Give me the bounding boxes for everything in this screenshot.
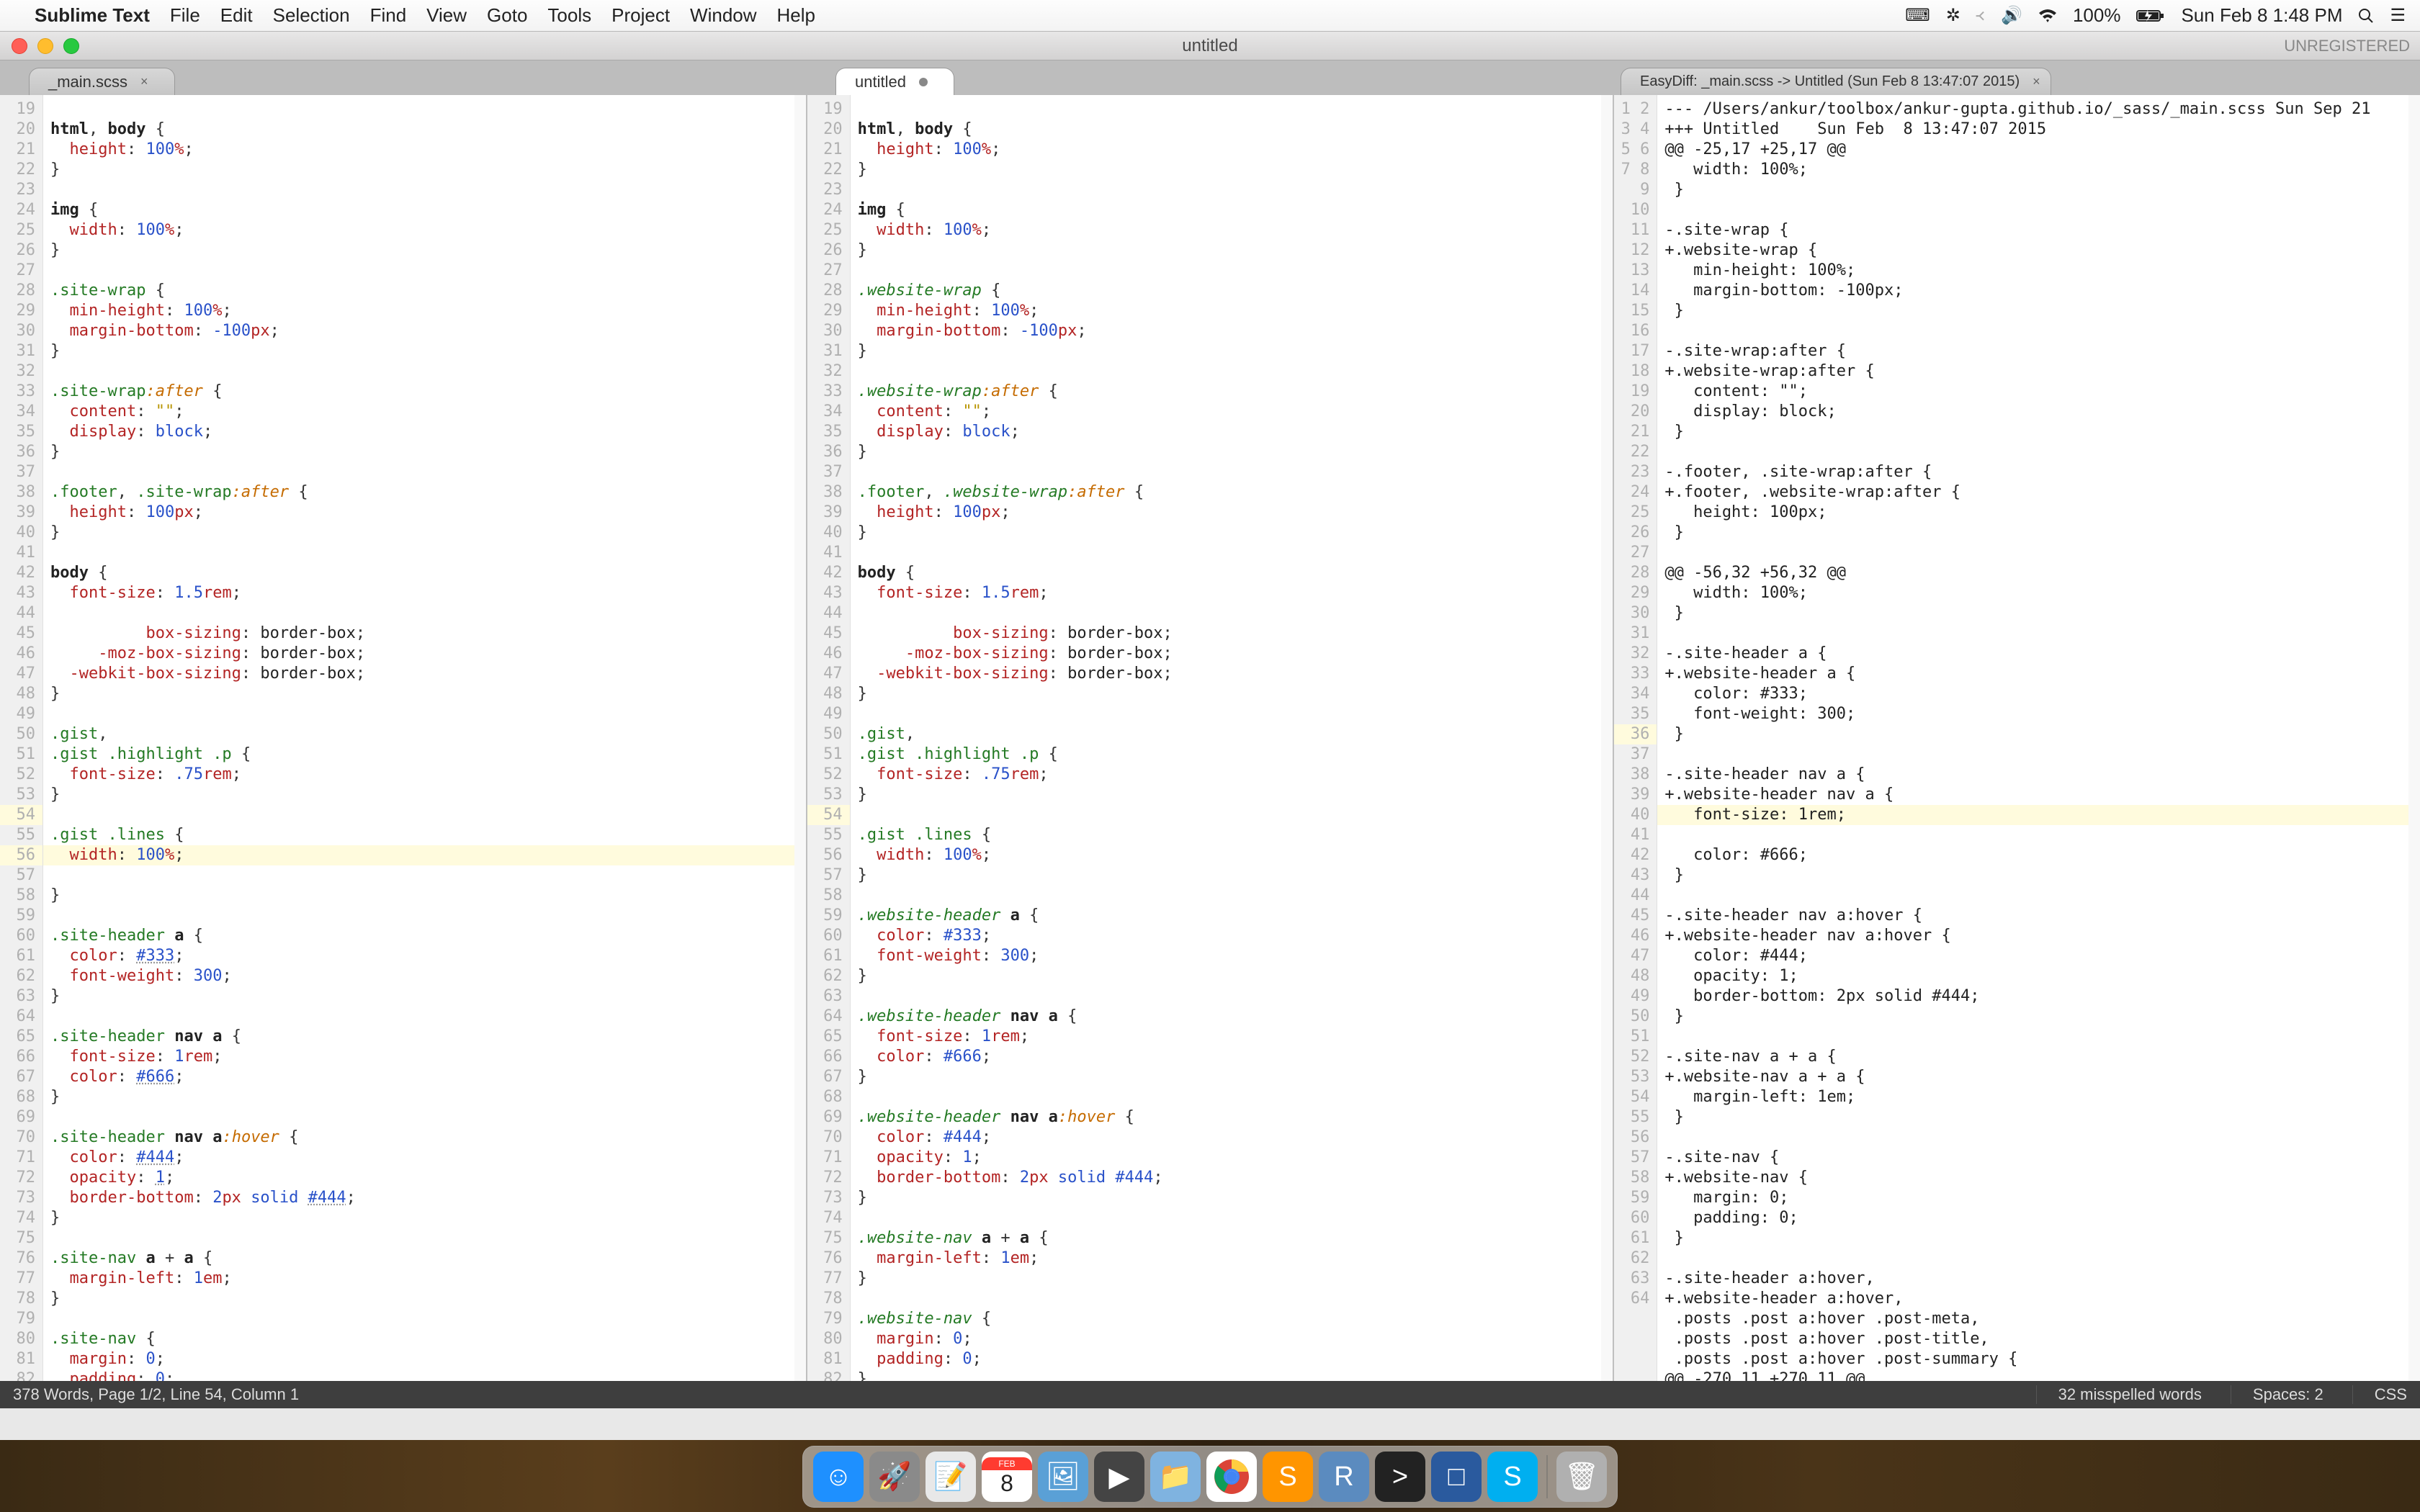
line-gutter: 19 20 21 22 23 24 25 26 27 28 29 30 31 3… [807, 95, 851, 1381]
status-spell[interactable]: 32 misspelled words [2036, 1385, 2202, 1404]
macos-menubar: Sublime Text File Edit Selection Find Vi… [0, 0, 2420, 32]
code-area[interactable]: html, body { height: 100%; } img { width… [851, 95, 1602, 1381]
close-tab-icon[interactable]: × [2033, 74, 2040, 89]
status-indent[interactable]: Spaces: 2 [2231, 1385, 2323, 1404]
menu-project[interactable]: Project [611, 4, 670, 27]
dock-calendar-icon[interactable]: FEB8 [982, 1452, 1032, 1502]
menu-edit[interactable]: Edit [220, 4, 253, 27]
dock-preview-icon[interactable]: 🖼 [1038, 1452, 1088, 1502]
menu-icon[interactable]: ☰ [2390, 5, 2406, 26]
bluetooth-icon[interactable]: ᚜ [1976, 5, 1985, 26]
dock-textedit-icon[interactable]: 📝 [926, 1452, 976, 1502]
dock-folder-icon[interactable]: 📁 [1150, 1452, 1201, 1502]
dock-trash-icon[interactable]: 🗑 [1556, 1452, 1607, 1502]
menu-window[interactable]: Window [690, 4, 756, 27]
tab-main-scss[interactable]: _main.scss × [29, 68, 175, 95]
tab-label: _main.scss [48, 73, 127, 91]
code-area[interactable]: --- /Users/ankur/toolbox/ankur-gupta.git… [1657, 95, 2408, 1381]
tab-label: untitled [855, 73, 906, 91]
notifications-icon[interactable]: ✲ [1946, 5, 1960, 26]
status-syntax[interactable]: CSS [2352, 1385, 2407, 1404]
tab-easydiff[interactable]: EasyDiff: _main.scss -> Untitled (Sun Fe… [1621, 68, 2051, 95]
close-tab-icon[interactable]: × [140, 74, 148, 89]
menu-tools[interactable]: Tools [547, 4, 591, 27]
minimap[interactable] [2408, 95, 2420, 1381]
dock-skype-icon[interactable]: S [1487, 1452, 1538, 1502]
tab-untitled[interactable]: untitled [835, 68, 954, 95]
line-gutter: 19 20 21 22 23 24 25 26 27 28 29 30 31 3… [0, 95, 43, 1381]
menu-goto[interactable]: Goto [487, 4, 527, 27]
dock-finder-icon[interactable]: ☺ [813, 1452, 864, 1502]
dock-separator [1546, 1455, 1548, 1498]
dock-chrome-icon[interactable] [1206, 1452, 1257, 1502]
tab-label: EasyDiff: _main.scss -> Untitled (Sun Fe… [1640, 73, 2020, 90]
wifi-icon[interactable] [2038, 9, 2057, 23]
menu-file[interactable]: File [170, 4, 200, 27]
window-titlebar: untitled UNREGISTERED [0, 32, 2420, 60]
unregistered-label: UNREGISTERED [2284, 37, 2410, 55]
spotlight-icon[interactable] [2358, 8, 2374, 24]
menu-selection[interactable]: Selection [273, 4, 350, 27]
editor-panes: 19 20 21 22 23 24 25 26 27 28 29 30 31 3… [0, 95, 2420, 1381]
dock-terminal-icon[interactable]: > [1375, 1452, 1425, 1502]
tab-row: _main.scss × untitled EasyDiff: _main.sc… [0, 60, 2420, 95]
dock-sublime-icon[interactable]: S [1263, 1452, 1313, 1502]
volume-icon[interactable]: 🔊 [2001, 5, 2022, 26]
status-bar: 378 Words, Page 1/2, Line 54, Column 1 3… [0, 1381, 2420, 1408]
dirty-indicator-icon [919, 78, 928, 86]
battery-icon[interactable] [2136, 9, 2165, 23]
dock-rstudio-icon[interactable]: R [1319, 1452, 1369, 1502]
pane-center: 19 20 21 22 23 24 25 26 27 28 29 30 31 3… [807, 95, 1615, 1381]
sublime-window: untitled UNREGISTERED _main.scss × untit… [0, 32, 2420, 1440]
dock: ☺🚀📝FEB8🖼▶📁SR>□S🗑 [802, 1446, 1618, 1508]
window-title: untitled [0, 36, 2420, 56]
status-position[interactable]: 378 Words, Page 1/2, Line 54, Column 1 [13, 1385, 299, 1404]
line-gutter: 1 2 3 4 5 6 7 8 9 10 11 12 13 14 15 16 1… [1614, 95, 1657, 1381]
dock-launchpad-icon[interactable]: 🚀 [869, 1452, 920, 1502]
dock-quicktime-icon[interactable]: ▶ [1094, 1452, 1144, 1502]
minimap[interactable] [1601, 95, 1613, 1381]
menu-view[interactable]: View [426, 4, 467, 27]
pane-left: 19 20 21 22 23 24 25 26 27 28 29 30 31 3… [0, 95, 807, 1381]
dock-virtualbox-icon[interactable]: □ [1431, 1452, 1482, 1502]
app-name[interactable]: Sublime Text [35, 4, 150, 27]
pane-right: 1 2 3 4 5 6 7 8 9 10 11 12 13 14 15 16 1… [1614, 95, 2420, 1381]
minimap[interactable] [794, 95, 806, 1381]
menu-help[interactable]: Help [777, 4, 815, 27]
menu-find[interactable]: Find [370, 4, 407, 27]
battery-percent[interactable]: 100% [2073, 4, 2121, 27]
code-area[interactable]: html, body { height: 100%; } img { width… [43, 95, 794, 1381]
clock[interactable]: Sun Feb 8 1:48 PM [2181, 4, 2342, 27]
keyboard-icon[interactable]: ⌨ [1905, 5, 1930, 26]
